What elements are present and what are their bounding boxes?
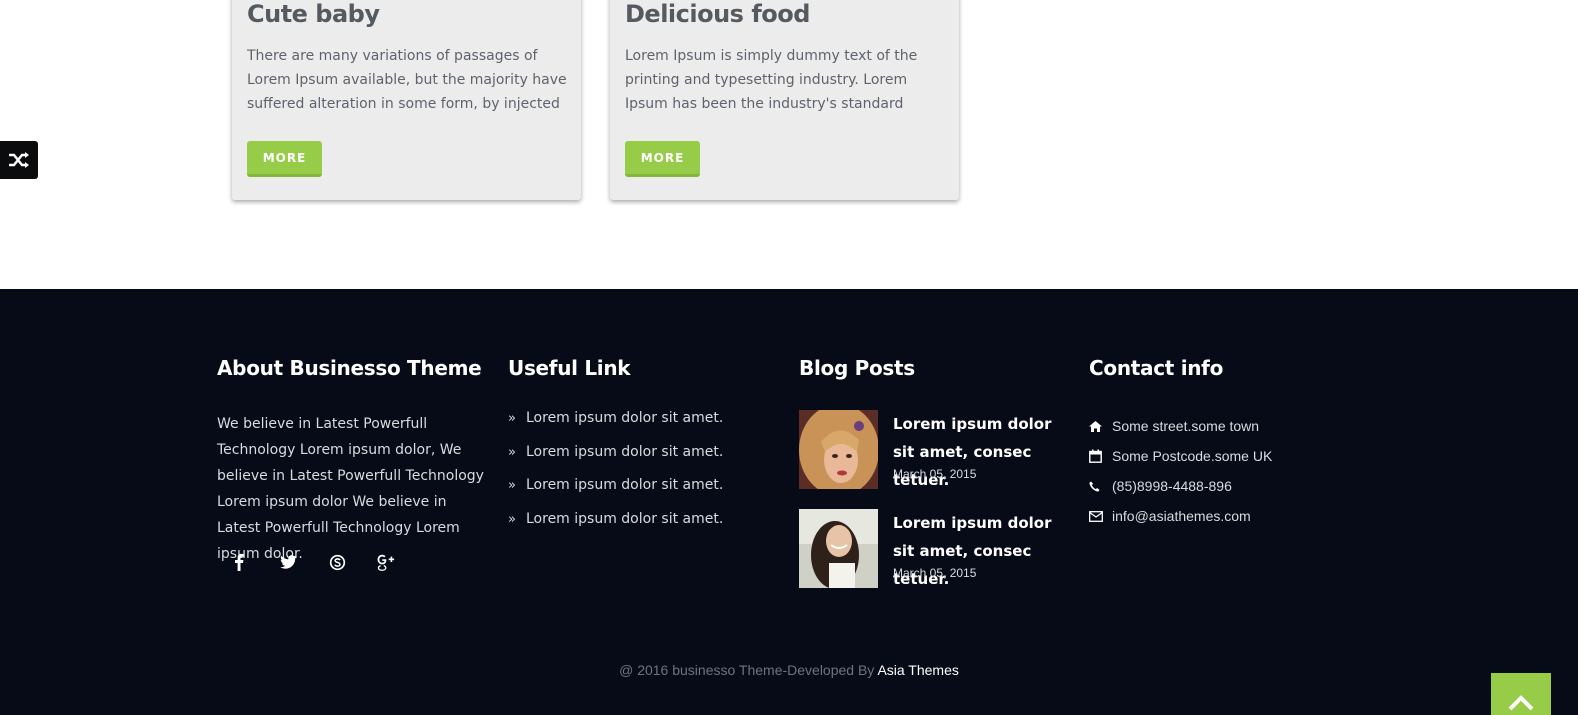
post-title[interactable]: Lorem ipsum dolor sit amet, consec tetue… bbox=[893, 509, 1063, 593]
back-to-top-button[interactable] bbox=[1491, 673, 1551, 715]
contact-email: info@asiathemes.com bbox=[1089, 508, 1272, 538]
contact-text: (85)8998-4488-896 bbox=[1112, 478, 1232, 494]
contact-text: Some street.some town bbox=[1112, 418, 1260, 434]
more-button[interactable]: MORE bbox=[247, 141, 322, 177]
double-chevron-right-icon: » bbox=[508, 444, 516, 460]
blog-heading: Blog Posts bbox=[799, 356, 915, 380]
post-thumbnail[interactable] bbox=[799, 509, 878, 588]
skype-icon[interactable] bbox=[326, 551, 348, 573]
copyright-text: @ 2016 businesso Theme-Developed By bbox=[619, 662, 875, 678]
copyright: @ 2016 businesso Theme-Developed By Asia… bbox=[0, 662, 1578, 678]
envelope-icon bbox=[1089, 508, 1112, 524]
card-title: Delicious food bbox=[625, 0, 810, 28]
style-switcher-toggle[interactable] bbox=[0, 141, 38, 179]
double-chevron-right-icon: » bbox=[508, 511, 516, 527]
card-delicious-food: Delicious food Lorem Ipsum is simply dum… bbox=[610, 0, 959, 200]
blog-post: Lorem ipsum dolor sit amet, consec tetue… bbox=[799, 509, 1069, 589]
card-text: Lorem Ipsum is simply dummy text of the … bbox=[625, 48, 918, 112]
facebook-icon[interactable] bbox=[228, 551, 250, 573]
content-section: Cute baby There are many variations of p… bbox=[0, 0, 1578, 289]
post-thumbnail[interactable] bbox=[799, 410, 878, 489]
contact-list: Some street.some town Some Postcode.some… bbox=[1089, 418, 1272, 538]
double-chevron-right-icon: » bbox=[508, 411, 516, 426]
asia-themes-link[interactable]: Asia Themes bbox=[877, 662, 958, 678]
links-heading: Useful Link bbox=[508, 356, 631, 380]
card-text: There are many variations of passages of… bbox=[247, 48, 567, 112]
page: Cute baby There are many variations of p… bbox=[0, 0, 1578, 715]
post-title[interactable]: Lorem ipsum dolor sit amet, consec tetue… bbox=[893, 410, 1063, 494]
contact-text[interactable]: info@asiathemes.com bbox=[1112, 508, 1251, 524]
twitter-icon[interactable] bbox=[277, 551, 299, 573]
link-label: Lorem ipsum dolor sit amet. bbox=[526, 510, 724, 527]
contact-postcode: Some Postcode.some UK bbox=[1089, 448, 1272, 478]
link-item[interactable]: » Lorem ipsum dolor sit amet. bbox=[508, 511, 723, 545]
link-item[interactable]: » Lorem ipsum dolor sit amet. bbox=[508, 444, 723, 478]
post-date: March 05, 2015 bbox=[893, 566, 977, 580]
card-cute-baby: Cute baby There are many variations of p… bbox=[232, 0, 581, 200]
contact-address: Some street.some town bbox=[1089, 418, 1272, 448]
blog-post: Lorem ipsum dolor sit amet, consec tetue… bbox=[799, 410, 1069, 490]
social-links bbox=[228, 551, 397, 573]
link-item[interactable]: » Lorem ipsum dolor sit amet. bbox=[508, 477, 723, 511]
contact-heading: Contact info bbox=[1089, 356, 1224, 380]
post-date: March 05, 2015 bbox=[893, 467, 977, 481]
calendar-icon bbox=[1089, 448, 1112, 464]
footer: About Businesso Theme We believe in Late… bbox=[0, 289, 1578, 715]
more-button[interactable]: MORE bbox=[625, 141, 700, 177]
link-list: » Lorem ipsum dolor sit amet. » Lorem ipsu… bbox=[508, 410, 723, 544]
link-label: Lorem ipsum dolor sit amet. bbox=[526, 443, 724, 460]
phone-icon bbox=[1089, 478, 1112, 494]
double-chevron-right-icon: » bbox=[508, 478, 516, 493]
contact-phone: (85)8998-4488-896 bbox=[1089, 478, 1272, 508]
chevron-up-icon bbox=[1508, 695, 1534, 711]
contact-text: Some Postcode.some UK bbox=[1112, 448, 1273, 464]
link-label: Lorem ipsum dolor sit amet. bbox=[526, 477, 724, 493]
link-label: Lorem ipsum dolor sit amet. bbox=[526, 410, 724, 426]
link-item[interactable]: » Lorem ipsum dolor sit amet. bbox=[508, 410, 723, 444]
shuffle-icon bbox=[9, 152, 29, 168]
about-heading: About Businesso Theme bbox=[217, 356, 482, 380]
google-plus-icon[interactable] bbox=[375, 551, 397, 573]
card-title: Cute baby bbox=[247, 0, 380, 28]
home-icon bbox=[1089, 418, 1112, 434]
about-text: We believe in Latest Powerfull Technolog… bbox=[217, 416, 484, 562]
